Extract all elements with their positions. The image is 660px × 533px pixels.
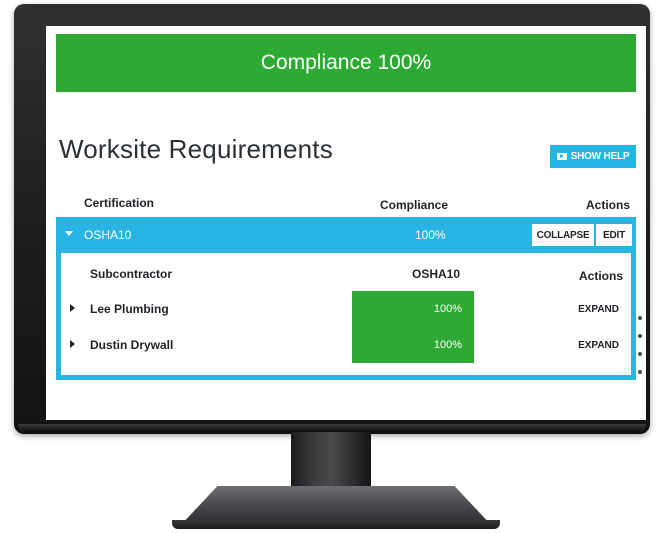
monitor-button [638, 316, 642, 320]
subcontractor-table-header: Subcontractor OSHA10 Actions [61, 253, 631, 289]
screen: Compliance 100% Worksite Requirements SH… [46, 26, 646, 420]
certification-compliance: 100% [415, 228, 446, 242]
show-help-label: SHOW HELP [570, 151, 630, 162]
monitor-bezel: Compliance 100% Worksite Requirements SH… [14, 4, 650, 434]
compliance-cell-value: 100% [433, 339, 462, 351]
expand-button[interactable]: EXPAND [578, 340, 619, 351]
show-help-button[interactable]: SHOW HELP [550, 145, 636, 168]
column-header-actions: Actions [585, 198, 630, 212]
expand-button[interactable]: EXPAND [578, 304, 619, 315]
caret-down-icon[interactable] [65, 231, 73, 236]
monitor-button [638, 352, 642, 356]
compliance-cell-value: 100% [433, 303, 462, 315]
page-title: Worksite Requirements [59, 134, 333, 164]
caret-right-icon[interactable] [70, 304, 75, 312]
edit-button[interactable]: EDIT [596, 224, 632, 246]
collapse-button[interactable]: COLLAPSE [532, 224, 594, 246]
subcontractor-panel: Subcontractor OSHA10 Actions Lee Plumbin… [56, 253, 636, 380]
compliance-banner: Compliance 100% [56, 34, 636, 92]
certification-row-osha10[interactable]: OSHA10 100% COLLAPSE EDIT [56, 217, 636, 253]
column-header-subcontractor: Subcontractor [90, 267, 173, 281]
compliance-banner-text: Compliance 100% [260, 51, 432, 74]
column-header-compliance: Compliance [380, 198, 449, 212]
column-header-sub-actions: Actions [578, 269, 623, 283]
table-header: Certification Compliance Actions [46, 192, 646, 214]
column-header-osha10: OSHA10 [412, 267, 461, 281]
subcontractor-row[interactable]: Lee Plumbing 100% EXPAND [61, 291, 631, 327]
column-header-certification: Certification [84, 196, 155, 210]
subcontractor-name: Dustin Drywall [90, 338, 174, 352]
subcontractor-row[interactable]: Dustin Drywall 100% EXPAND [61, 327, 631, 363]
compliance-cell: 100% [352, 327, 474, 363]
monitor-base-front [172, 520, 500, 529]
video-icon [556, 153, 567, 160]
subcontractor-name: Lee Plumbing [90, 302, 169, 316]
monitor-button [638, 370, 642, 374]
caret-right-icon[interactable] [70, 340, 75, 348]
compliance-cell: 100% [352, 291, 474, 327]
certification-name: OSHA10 [84, 228, 132, 242]
monitor-side-buttons [638, 316, 644, 388]
monitor-button [638, 334, 642, 338]
monitor-neck [291, 432, 371, 490]
